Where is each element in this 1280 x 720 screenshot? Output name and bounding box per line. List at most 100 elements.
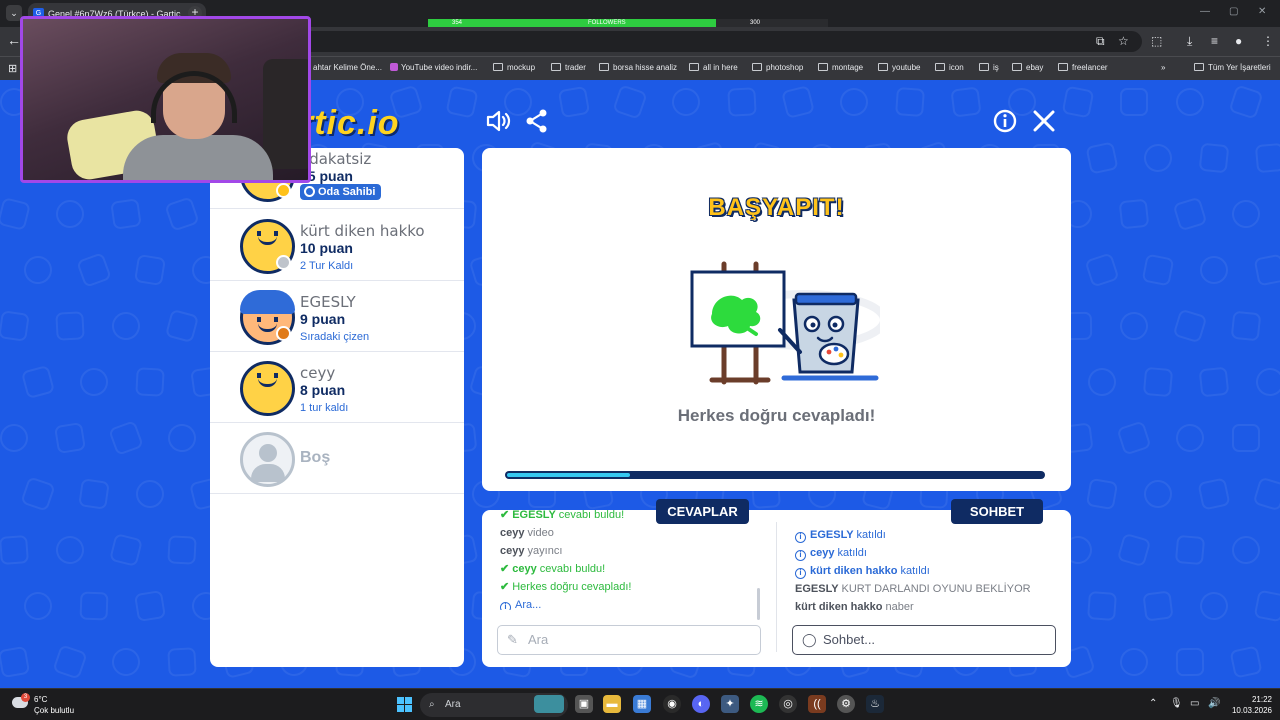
apps-grid-icon[interactable]: ⊞ [8, 62, 17, 75]
doodle-shape [20, 476, 56, 512]
panel-divider [776, 522, 777, 652]
message-user: ceyy [810, 547, 838, 559]
obs-icon[interactable]: ◎ [779, 695, 797, 713]
player-row[interactable]: ceyy 8 puan 1 tur kaldı [210, 352, 464, 423]
bookmark-folder[interactable]: youtube [878, 62, 920, 74]
empty-avatar-icon [240, 432, 295, 487]
bookmark-item[interactable]: ahtar Kelime Öne... [313, 62, 382, 74]
doodle-shape [1084, 252, 1120, 288]
steam-icon[interactable]: ♨ [866, 695, 884, 713]
app-icon[interactable]: ✦ [721, 695, 739, 713]
doodle-shape [165, 421, 199, 455]
minimize-icon[interactable]: — [1200, 6, 1210, 17]
folder-icon [1012, 63, 1022, 71]
message-text: cevabı buldu! [539, 563, 606, 575]
chat-message: i Ara... [500, 596, 760, 610]
doodle-shape [1140, 140, 1176, 176]
all-bookmarks-folder[interactable]: Tüm Yer İşaretleri [1194, 62, 1271, 74]
bookmark-folder[interactable]: iş [979, 62, 999, 74]
settings-gear-icon[interactable]: ⚙ [837, 695, 855, 713]
system-clock[interactable]: 21:22 10.03.2026 [1228, 694, 1272, 716]
doodle-shape [1116, 532, 1152, 568]
masterpiece-illustration [690, 261, 880, 385]
chrome-icon[interactable]: ◉ [663, 695, 681, 713]
restore-icon[interactable]: ▢ [1229, 6, 1238, 17]
chat-message: i ceyy katıldı [795, 544, 1057, 562]
player-row[interactable]: kürt diken hakko 10 puan 2 Tur Kaldı [210, 210, 464, 281]
task-view-icon[interactable]: ▣ [575, 695, 593, 713]
weather-badge: 3 [21, 693, 30, 702]
chat-input[interactable]: ◯ Sohbet... [792, 625, 1056, 655]
microphone-icon[interactable]: 🎙 [1170, 698, 1183, 709]
network-icon[interactable]: ▭ [1190, 698, 1199, 709]
bookmarks-overflow-icon[interactable]: » [1161, 62, 1165, 74]
doodle-shape [110, 198, 142, 230]
clock-date: 10.03.2026 [1231, 706, 1272, 715]
player-row[interactable]: EGESLY 9 puan Sıradaki çizen [210, 281, 464, 352]
window-close-icon[interactable]: ✕ [1258, 6, 1266, 17]
tab-chat[interactable]: SOHBET [951, 499, 1043, 524]
answers-scrollbar[interactable] [757, 588, 760, 620]
player-name: kürt diken hakko [300, 222, 425, 240]
tray-overflow-icon[interactable]: ⌃ [1149, 698, 1157, 709]
doodle-shape [1229, 645, 1263, 679]
extensions-icon[interactable]: ⬚ [1151, 34, 1162, 48]
webcam-overlay [20, 16, 311, 183]
bookmark-star-icon[interactable]: ☆ [1118, 34, 1129, 48]
menu-kebab-icon[interactable]: ⋮ [1262, 34, 1274, 48]
share-icon[interactable] [524, 108, 550, 134]
info-icon[interactable] [992, 108, 1018, 134]
download-icon[interactable]: ⤓ [1187, 34, 1192, 48]
doodle-shape [1120, 88, 1148, 116]
doodle-shape [612, 84, 648, 120]
bookmark-folder[interactable]: all in here [689, 62, 738, 74]
doodle-shape [1174, 534, 1206, 566]
doodle-shape [1173, 85, 1207, 119]
drawing-stage: BAŞYAPIT! Herkes doğru cevapladı! [482, 148, 1071, 491]
info-icon: i [795, 550, 806, 561]
owner-icon [304, 186, 315, 197]
doodle-shape [79, 591, 109, 621]
reading-list-icon[interactable]: ≡ [1211, 34, 1218, 48]
bookmark-folder[interactable]: photoshop [752, 62, 803, 74]
close-icon[interactable] [1031, 108, 1057, 134]
back-arrow-icon[interactable]: ← [7, 32, 21, 48]
doodle-shape [1142, 590, 1174, 622]
speaker-icon[interactable] [485, 108, 511, 134]
bookmark-folder[interactable]: montage [818, 62, 863, 74]
discord-icon[interactable]: ◐ [692, 695, 710, 713]
bookmark-folder[interactable]: trader [551, 62, 586, 74]
player-name: EGESLY [300, 293, 356, 311]
bookmark-folder[interactable]: ebay [1012, 62, 1043, 74]
spotify-icon[interactable]: ≋ [750, 695, 768, 713]
folder-icon [979, 63, 989, 71]
doodle-shape [78, 478, 110, 510]
message-user: ceyy [500, 545, 528, 557]
store-icon[interactable]: ▦ [633, 695, 651, 713]
profile-avatar-icon[interactable]: ● [1235, 34, 1242, 48]
bookmark-item[interactable]: YouTube video indir... [390, 62, 477, 74]
search-highlight-icon[interactable] [534, 695, 564, 713]
install-app-icon[interactable]: ⧉ [1096, 34, 1105, 48]
bookmark-folder[interactable]: freelancer [1058, 62, 1108, 74]
bookmark-folder[interactable]: borsa hisse analiz [599, 62, 677, 74]
answer-input[interactable]: ✎ Ara [497, 625, 761, 655]
player-score: 10 puan [300, 240, 353, 256]
doodle-shape [1141, 253, 1175, 287]
doodle-shape [1196, 588, 1232, 624]
volume-icon[interactable]: 🔊 [1208, 698, 1220, 709]
bookmark-folder[interactable]: icon [935, 62, 964, 74]
windows-start-icon[interactable] [397, 697, 412, 712]
player-name: ceyy [300, 364, 336, 382]
address-bar[interactable] [300, 31, 1142, 52]
checkmark-icon: ✔ [500, 563, 510, 575]
file-explorer-icon[interactable]: ▬ [603, 695, 621, 713]
windows-taskbar: 3 6°C Çok bulutlu ⌕ Ara ▣ ▬ ▦ ◉ ◐ ✦ ≋ ◎ … [0, 688, 1280, 720]
folder-icon [599, 63, 609, 71]
youtube-icon [390, 63, 398, 71]
stage-title: BAŞYAPIT! [708, 194, 845, 221]
bookmark-folder[interactable]: mockup [493, 62, 535, 74]
player-avatar [240, 361, 295, 416]
doodle-shape [1173, 421, 1207, 455]
app-icon[interactable]: (( [808, 695, 826, 713]
